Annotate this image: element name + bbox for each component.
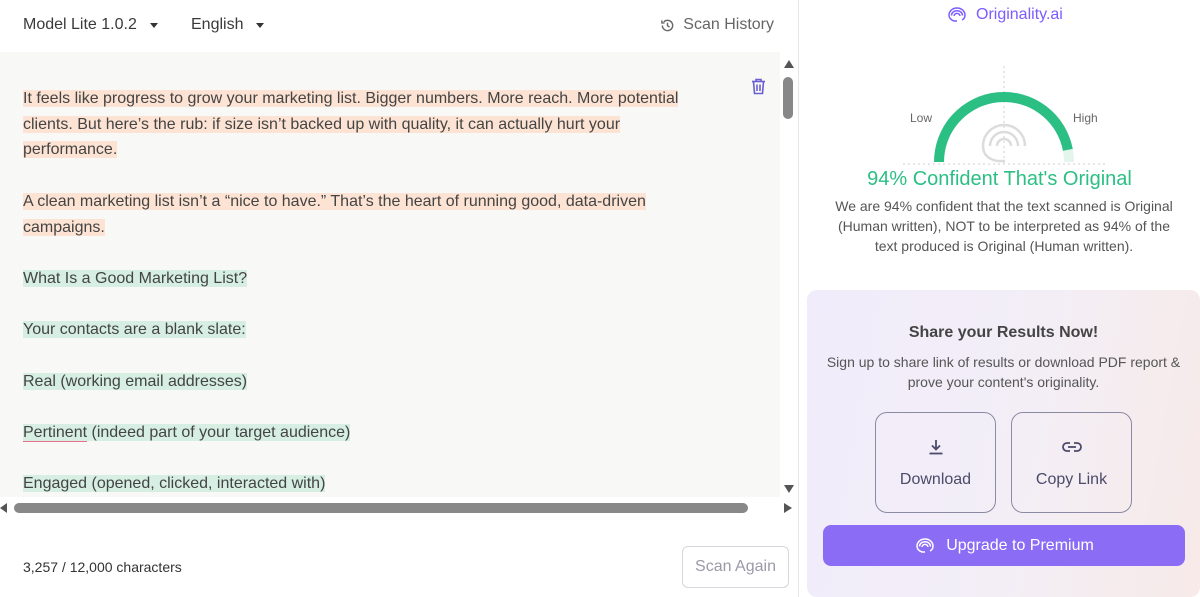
scan-again-button[interactable]: Scan Again: [682, 546, 789, 588]
highlighted-text: A clean marketing list isn’t a “nice to …: [23, 192, 646, 236]
brain-logo-icon: [948, 7, 966, 22]
clear-text-button[interactable]: [751, 78, 766, 100]
copy-link-label: Copy Link: [1035, 471, 1108, 488]
share-results-card: Share your Results Now! Sign up to share…: [807, 290, 1200, 597]
paragraph: Your contacts are a blank slate:: [23, 317, 713, 343]
scanned-text[interactable]: It feels like progress to grow your mark…: [23, 86, 713, 497]
text-editor[interactable]: It feels like progress to grow your mark…: [0, 52, 780, 497]
highlighted-text: It feels like progress to grow your mark…: [23, 90, 679, 159]
language-dropdown-label: English: [191, 16, 244, 33]
gauge-fill: [934, 92, 1073, 163]
upgrade-label: Upgrade to Premium: [946, 536, 1094, 554]
spelling-flagged-word[interactable]: Pertinent: [23, 424, 87, 441]
scroll-left-arrow-icon[interactable]: [0, 503, 7, 513]
download-label: Download: [899, 471, 972, 488]
highlighted-text: Pertinent (indeed part of your target au…: [23, 424, 351, 442]
brain-logo-icon: [916, 537, 934, 553]
gauge-low-label: Low: [910, 111, 933, 125]
paragraph: What Is a Good Marketing List?: [23, 266, 713, 292]
confidence-headline: 94% Confident That's Original: [867, 168, 1132, 190]
share-description: Sign up to share link of results or down…: [826, 354, 1181, 390]
scroll-right-arrow-icon[interactable]: [784, 503, 792, 513]
link-icon: [1061, 442, 1082, 452]
language-dropdown[interactable]: English: [191, 16, 265, 34]
copy-link-button[interactable]: Copy Link: [1011, 412, 1132, 513]
brand-logo[interactable]: Originality.ai: [946, 6, 1063, 24]
toolbar: Model Lite 1.0.2 English Scan History: [0, 0, 798, 52]
gauge-high-label: High: [1073, 111, 1098, 125]
highlighted-text: Your contacts are a blank slate:: [23, 321, 246, 339]
share-title: Share your Results Now!: [908, 324, 1099, 341]
highlighted-text: Real (working email addresses): [23, 372, 248, 390]
scan-history-button[interactable]: Scan History: [660, 16, 774, 34]
upgrade-premium-button[interactable]: Upgrade to Premium: [823, 525, 1185, 566]
paragraph: It feels like progress to grow your mark…: [23, 86, 713, 163]
chevron-down-icon: [256, 22, 265, 28]
scan-history-label: Scan History: [683, 16, 774, 33]
vertical-scroll-thumb[interactable]: [783, 77, 793, 119]
scroll-down-arrow-icon[interactable]: [784, 485, 794, 493]
history-icon: [661, 19, 674, 31]
download-button[interactable]: Download: [875, 412, 996, 513]
vertical-scrollbar[interactable]: [780, 52, 798, 497]
model-dropdown[interactable]: Model Lite 1.0.2: [23, 16, 158, 34]
scroll-up-arrow-icon[interactable]: [784, 60, 794, 68]
highlighted-text-rest: (indeed part of your target audience): [87, 424, 351, 442]
editor-pane: Model Lite 1.0.2 English Scan History It…: [0, 0, 798, 597]
paragraph: Engaged (opened, clicked, interacted wit…: [23, 471, 713, 497]
horizontal-scrollbar[interactable]: [0, 497, 798, 519]
model-dropdown-label: Model Lite 1.0.2: [23, 16, 137, 33]
paragraph: A clean marketing list isn’t a “nice to …: [23, 189, 713, 240]
paragraph: Pertinent (indeed part of your target au…: [23, 420, 713, 446]
confidence-explanation: We are 94% confident that the text scann…: [835, 198, 1173, 254]
brand-name: Originality.ai: [976, 6, 1063, 23]
trash-icon: [752, 78, 765, 95]
highlighted-text: Engaged (opened, clicked, interacted wit…: [23, 475, 326, 493]
paragraph: Real (working email addresses): [23, 369, 713, 395]
chevron-down-icon: [149, 22, 158, 28]
character-count: 3,257 / 12,000 characters: [23, 559, 182, 575]
download-icon: [929, 440, 942, 455]
horizontal-scroll-thumb[interactable]: [14, 503, 748, 513]
results-pane: Originality.ai Low High 94% Confident Th…: [799, 0, 1200, 597]
highlighted-text: What Is a Good Marketing List?: [23, 269, 248, 287]
